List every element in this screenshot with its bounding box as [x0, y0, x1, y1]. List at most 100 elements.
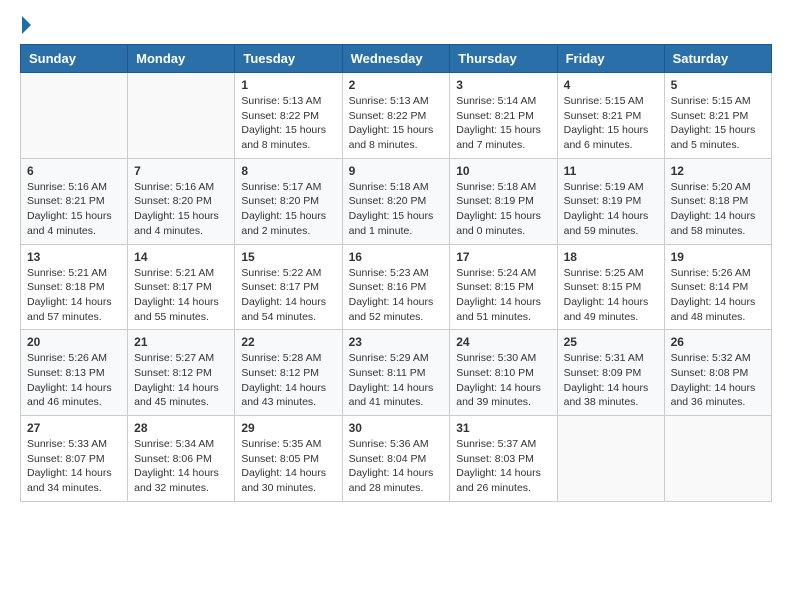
calendar-header-monday: Monday [128, 45, 235, 73]
day-info: Sunrise: 5:15 AM Sunset: 8:21 PM Dayligh… [671, 94, 765, 153]
day-number: 19 [671, 250, 765, 264]
day-number: 14 [134, 250, 228, 264]
day-info: Sunrise: 5:35 AM Sunset: 8:05 PM Dayligh… [241, 437, 335, 496]
day-number: 5 [671, 78, 765, 92]
day-number: 10 [456, 164, 550, 178]
calendar-week-row: 27Sunrise: 5:33 AM Sunset: 8:07 PM Dayli… [21, 416, 772, 502]
calendar-cell: 24 Sunrise: 5:30 AM Sunset: 8:10 PM Dayli… [450, 330, 557, 416]
calendar-cell: 26 Sunrise: 5:32 AM Sunset: 8:08 PM Dayli… [664, 330, 771, 416]
day-number: 27 [27, 421, 121, 435]
day-info: Sunrise: 5:16 AM Sunset: 8:21 PM Dayligh… [27, 180, 121, 239]
calendar-cell: 23 Sunrise: 5:29 AM Sunset: 8:11 PM Dayli… [342, 330, 450, 416]
day-info: Sunrise: 5:37 AM Sunset: 8:03 PM Dayligh… [456, 437, 550, 496]
calendar-cell: 12 Sunrise: 5:20 AM Sunset: 8:18 PM Dayli… [664, 158, 771, 244]
day-info: Sunrise: 5:18 AM Sunset: 8:19 PM Dayligh… [456, 180, 550, 239]
calendar-cell: 16 Sunrise: 5:23 AM Sunset: 8:16 PM Dayli… [342, 244, 450, 330]
calendar-cell [21, 73, 128, 159]
day-number: 29 [241, 421, 335, 435]
calendar-cell [664, 416, 771, 502]
calendar-cell: 8 Sunrise: 5:17 AM Sunset: 8:20 PM Daylig… [235, 158, 342, 244]
day-info: Sunrise: 5:23 AM Sunset: 8:16 PM Dayligh… [349, 266, 444, 325]
day-info: Sunrise: 5:16 AM Sunset: 8:20 PM Dayligh… [134, 180, 228, 239]
calendar-cell: 28 Sunrise: 5:34 AM Sunset: 8:06 PM Dayli… [128, 416, 235, 502]
calendar-cell: 14 Sunrise: 5:21 AM Sunset: 8:17 PM Dayli… [128, 244, 235, 330]
day-number: 8 [241, 164, 335, 178]
calendar-header-wednesday: Wednesday [342, 45, 450, 73]
calendar-cell: 3 Sunrise: 5:14 AM Sunset: 8:21 PM Daylig… [450, 73, 557, 159]
calendar-cell: 4 Sunrise: 5:15 AM Sunset: 8:21 PM Daylig… [557, 73, 664, 159]
day-number: 16 [349, 250, 444, 264]
calendar-cell: 2 Sunrise: 5:13 AM Sunset: 8:22 PM Daylig… [342, 73, 450, 159]
day-number: 26 [671, 335, 765, 349]
day-number: 17 [456, 250, 550, 264]
day-number: 6 [27, 164, 121, 178]
calendar-cell: 10 Sunrise: 5:18 AM Sunset: 8:19 PM Dayli… [450, 158, 557, 244]
logo [20, 20, 31, 34]
header [20, 20, 772, 34]
day-info: Sunrise: 5:30 AM Sunset: 8:10 PM Dayligh… [456, 351, 550, 410]
calendar-cell: 17Sunrise: 5:24 AM Sunset: 8:15 PM Dayli… [450, 244, 557, 330]
day-info: Sunrise: 5:13 AM Sunset: 8:22 PM Dayligh… [349, 94, 444, 153]
logo-triangle-icon [22, 16, 31, 34]
calendar-cell: 31 Sunrise: 5:37 AM Sunset: 8:03 PM Dayli… [450, 416, 557, 502]
day-info: Sunrise: 5:20 AM Sunset: 8:18 PM Dayligh… [671, 180, 765, 239]
day-number: 3 [456, 78, 550, 92]
calendar-week-row: 20Sunrise: 5:26 AM Sunset: 8:13 PM Dayli… [21, 330, 772, 416]
calendar-cell: 11 Sunrise: 5:19 AM Sunset: 8:19 PM Dayli… [557, 158, 664, 244]
day-info: Sunrise: 5:17 AM Sunset: 8:20 PM Dayligh… [241, 180, 335, 239]
calendar-cell: 19 Sunrise: 5:26 AM Sunset: 8:14 PM Dayli… [664, 244, 771, 330]
day-number: 28 [134, 421, 228, 435]
day-info: Sunrise: 5:14 AM Sunset: 8:21 PM Dayligh… [456, 94, 550, 153]
calendar-cell: 27Sunrise: 5:33 AM Sunset: 8:07 PM Dayli… [21, 416, 128, 502]
day-number: 2 [349, 78, 444, 92]
day-info: Sunrise: 5:25 AM Sunset: 8:15 PM Dayligh… [564, 266, 658, 325]
day-number: 23 [349, 335, 444, 349]
day-info: Sunrise: 5:19 AM Sunset: 8:19 PM Dayligh… [564, 180, 658, 239]
calendar-cell: 7Sunrise: 5:16 AM Sunset: 8:20 PM Daylig… [128, 158, 235, 244]
day-info: Sunrise: 5:21 AM Sunset: 8:18 PM Dayligh… [27, 266, 121, 325]
day-number: 24 [456, 335, 550, 349]
calendar-week-row: 1Sunrise: 5:13 AM Sunset: 8:22 PM Daylig… [21, 73, 772, 159]
day-number: 9 [349, 164, 444, 178]
day-number: 31 [456, 421, 550, 435]
calendar-header-row: SundayMondayTuesdayWednesdayThursdayFrid… [21, 45, 772, 73]
calendar-cell: 15Sunrise: 5:22 AM Sunset: 8:17 PM Dayli… [235, 244, 342, 330]
day-info: Sunrise: 5:32 AM Sunset: 8:08 PM Dayligh… [671, 351, 765, 410]
day-number: 18 [564, 250, 658, 264]
day-info: Sunrise: 5:18 AM Sunset: 8:20 PM Dayligh… [349, 180, 444, 239]
calendar-header-friday: Friday [557, 45, 664, 73]
day-number: 13 [27, 250, 121, 264]
day-info: Sunrise: 5:26 AM Sunset: 8:14 PM Dayligh… [671, 266, 765, 325]
calendar-cell: 13 Sunrise: 5:21 AM Sunset: 8:18 PM Dayli… [21, 244, 128, 330]
day-info: Sunrise: 5:21 AM Sunset: 8:17 PM Dayligh… [134, 266, 228, 325]
calendar-header-tuesday: Tuesday [235, 45, 342, 73]
calendar-week-row: 6 Sunrise: 5:16 AM Sunset: 8:21 PM Daylig… [21, 158, 772, 244]
day-info: Sunrise: 5:34 AM Sunset: 8:06 PM Dayligh… [134, 437, 228, 496]
calendar-header-sunday: Sunday [21, 45, 128, 73]
calendar-cell: 25Sunrise: 5:31 AM Sunset: 8:09 PM Dayli… [557, 330, 664, 416]
calendar-cell [128, 73, 235, 159]
day-number: 15 [241, 250, 335, 264]
calendar-cell: 22Sunrise: 5:28 AM Sunset: 8:12 PM Dayli… [235, 330, 342, 416]
day-info: Sunrise: 5:15 AM Sunset: 8:21 PM Dayligh… [564, 94, 658, 153]
day-number: 25 [564, 335, 658, 349]
day-info: Sunrise: 5:27 AM Sunset: 8:12 PM Dayligh… [134, 351, 228, 410]
calendar-cell: 30 Sunrise: 5:36 AM Sunset: 8:04 PM Dayli… [342, 416, 450, 502]
day-info: Sunrise: 5:26 AM Sunset: 8:13 PM Dayligh… [27, 351, 121, 410]
calendar-cell: 1Sunrise: 5:13 AM Sunset: 8:22 PM Daylig… [235, 73, 342, 159]
day-number: 11 [564, 164, 658, 178]
calendar-cell: 6 Sunrise: 5:16 AM Sunset: 8:21 PM Daylig… [21, 158, 128, 244]
day-number: 12 [671, 164, 765, 178]
day-info: Sunrise: 5:36 AM Sunset: 8:04 PM Dayligh… [349, 437, 444, 496]
calendar-cell [557, 416, 664, 502]
day-info: Sunrise: 5:29 AM Sunset: 8:11 PM Dayligh… [349, 351, 444, 410]
calendar-week-row: 13 Sunrise: 5:21 AM Sunset: 8:18 PM Dayli… [21, 244, 772, 330]
calendar-cell: 9 Sunrise: 5:18 AM Sunset: 8:20 PM Daylig… [342, 158, 450, 244]
calendar-cell: 5 Sunrise: 5:15 AM Sunset: 8:21 PM Daylig… [664, 73, 771, 159]
day-number: 21 [134, 335, 228, 349]
calendar-cell: 18 Sunrise: 5:25 AM Sunset: 8:15 PM Dayli… [557, 244, 664, 330]
calendar-cell: 21 Sunrise: 5:27 AM Sunset: 8:12 PM Dayli… [128, 330, 235, 416]
day-number: 22 [241, 335, 335, 349]
day-number: 30 [349, 421, 444, 435]
day-number: 4 [564, 78, 658, 92]
